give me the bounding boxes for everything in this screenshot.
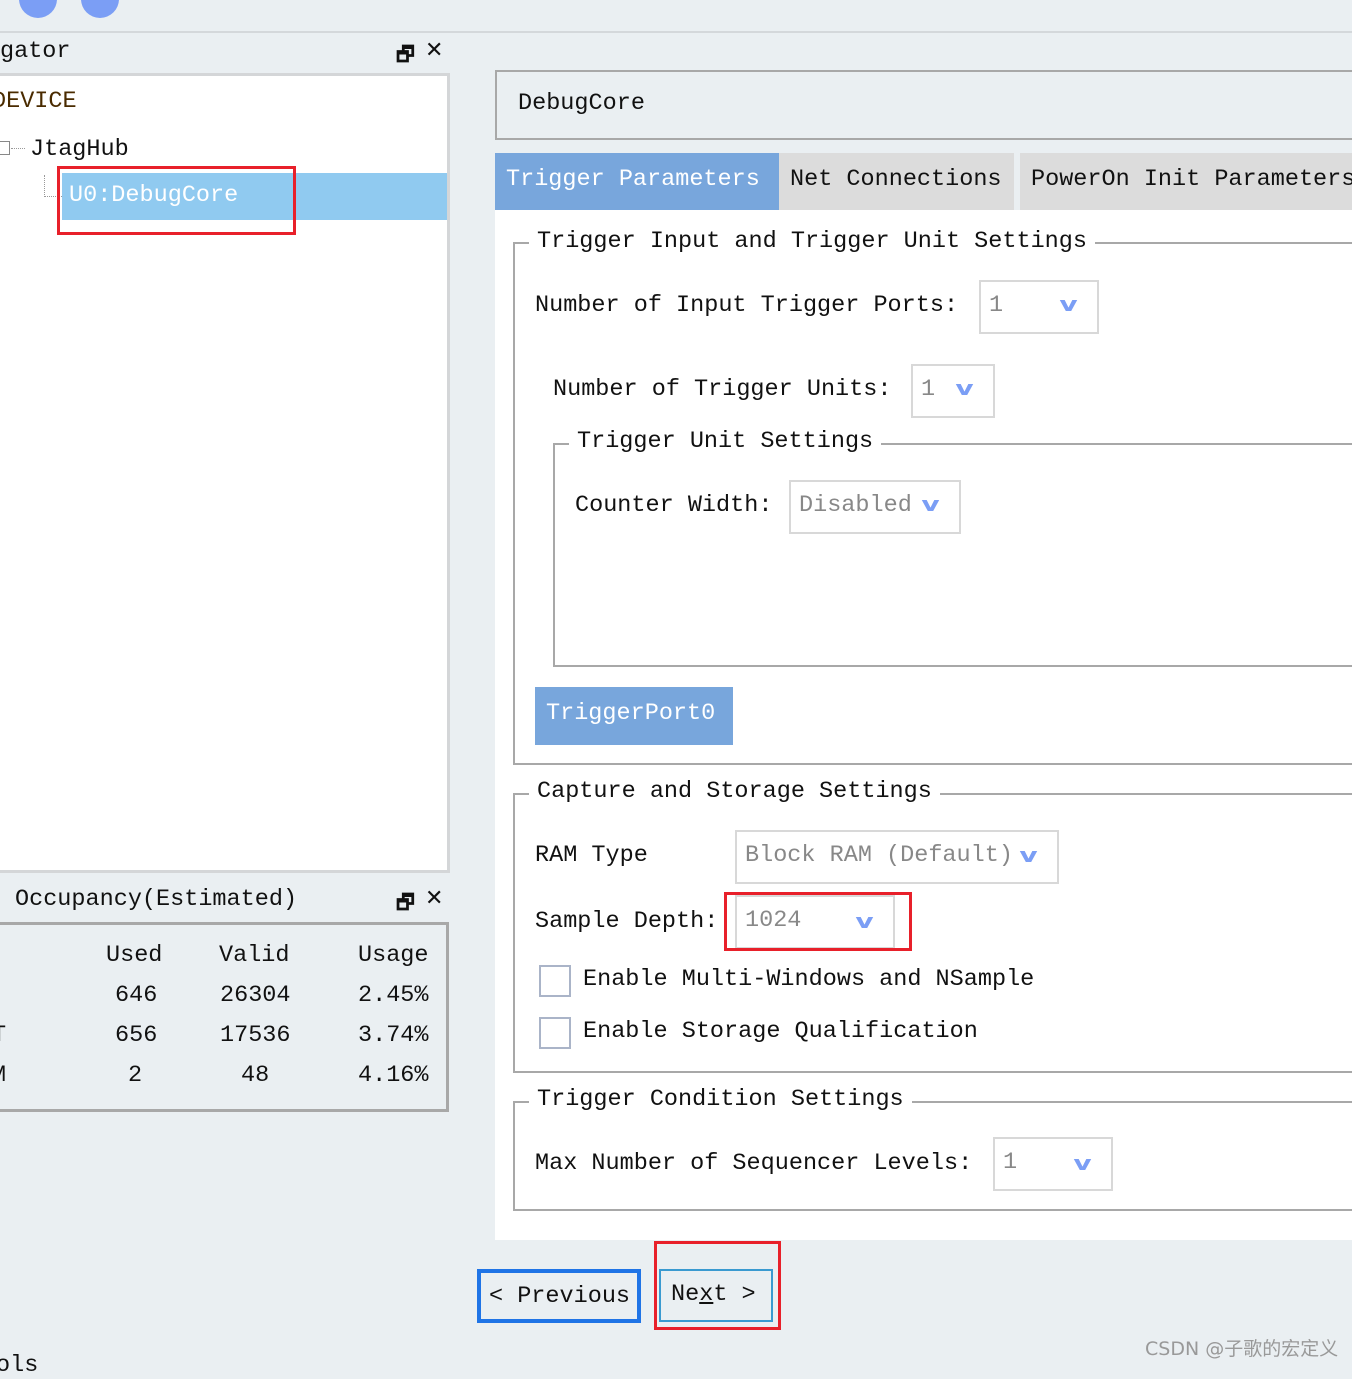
- col-usage: Usage: [358, 942, 429, 969]
- trigger-port-button[interactable]: TriggerPort0: [535, 687, 733, 745]
- chevron-down-icon[interactable]: v: [955, 376, 973, 400]
- ports-select[interactable]: 1: [979, 280, 1099, 334]
- tab-poweron-init[interactable]: PowerOn Init Parameters: [1020, 153, 1352, 210]
- tree-hub[interactable]: JtagHub: [30, 136, 129, 163]
- row-label: M: [0, 1062, 6, 1089]
- highlight-box: [724, 892, 912, 951]
- multi-windows-checkbox[interactable]: [539, 965, 571, 997]
- navigator-title: gator: [0, 38, 71, 65]
- divider: [0, 31, 1352, 33]
- storage-qualification-label: Enable Storage Qualification: [583, 1018, 978, 1045]
- highlight-box: [654, 1241, 781, 1330]
- ram-select[interactable]: Block RAM (Default): [735, 830, 1059, 884]
- ram-label: RAM Type: [535, 842, 648, 869]
- close-icon[interactable]: ✕: [425, 886, 443, 911]
- col-used: Used: [106, 942, 163, 969]
- highlight-box: [57, 166, 296, 235]
- chevron-down-icon[interactable]: v: [1073, 1151, 1091, 1175]
- cell: 26304: [220, 982, 291, 1009]
- back-icon[interactable]: [19, 0, 57, 18]
- levels-value: 1: [1003, 1149, 1018, 1176]
- levels-select[interactable]: 1: [993, 1137, 1113, 1191]
- collapse-icon[interactable]: [0, 141, 10, 155]
- tab-trigger-parameters[interactable]: Trigger Parameters: [495, 153, 779, 210]
- chevron-down-icon[interactable]: v: [921, 492, 939, 516]
- cell: 48: [241, 1062, 270, 1089]
- multi-windows-label: Enable Multi-Windows and NSample: [583, 966, 1035, 993]
- group-title: Capture and Storage Settings: [529, 778, 940, 805]
- trigger-unit-group: [553, 443, 1352, 667]
- group-title: Trigger Input and Trigger Unit Settings: [529, 228, 1095, 255]
- ports-value: 1: [989, 292, 1004, 319]
- col-valid: Valid: [219, 942, 290, 969]
- units-label: Number of Trigger Units:: [553, 376, 892, 403]
- watermark: CSDN @子歌的宏定义: [1145, 1338, 1339, 1360]
- group-title: Trigger Unit Settings: [569, 428, 882, 455]
- group-title: Trigger Condition Settings: [529, 1086, 912, 1113]
- tab-net-connections[interactable]: Net Connections: [779, 153, 1014, 210]
- tree-line: [11, 148, 25, 149]
- cell: 4.16%: [358, 1062, 429, 1089]
- ports-label: Number of Input Trigger Ports:: [535, 292, 959, 319]
- previous-button[interactable]: < Previous: [477, 1269, 641, 1323]
- core-name: DebugCore: [518, 90, 645, 117]
- chevron-down-icon[interactable]: v: [1059, 292, 1077, 316]
- cell: 2: [128, 1062, 143, 1089]
- ram-value: Block RAM (Default): [745, 842, 1013, 869]
- occupancy-title: Occupancy(Estimated): [15, 886, 298, 913]
- cell: 17536: [220, 1022, 291, 1049]
- forward-icon[interactable]: [81, 0, 119, 18]
- levels-label: Max Number of Sequencer Levels:: [535, 1150, 973, 1177]
- close-icon[interactable]: ✕: [425, 38, 443, 63]
- tree-root[interactable]: DEVICE: [0, 88, 77, 115]
- units-select[interactable]: 1: [911, 364, 995, 418]
- units-value: 1: [921, 376, 936, 403]
- cell: 656: [115, 1022, 158, 1049]
- cell: 646: [115, 982, 158, 1009]
- row-label: T: [0, 1022, 6, 1049]
- restore-icon[interactable]: 🗗: [396, 40, 415, 74]
- chevron-down-icon[interactable]: v: [1019, 843, 1037, 867]
- cell: 2.45%: [358, 982, 429, 1009]
- storage-qualification-checkbox[interactable]: [539, 1017, 571, 1049]
- depth-label: Sample Depth:: [535, 908, 719, 935]
- counter-value: Disabled: [799, 492, 912, 519]
- restore-icon[interactable]: 🗗: [396, 888, 415, 922]
- counter-label: Counter Width:: [575, 492, 773, 519]
- cell: 3.74%: [358, 1022, 429, 1049]
